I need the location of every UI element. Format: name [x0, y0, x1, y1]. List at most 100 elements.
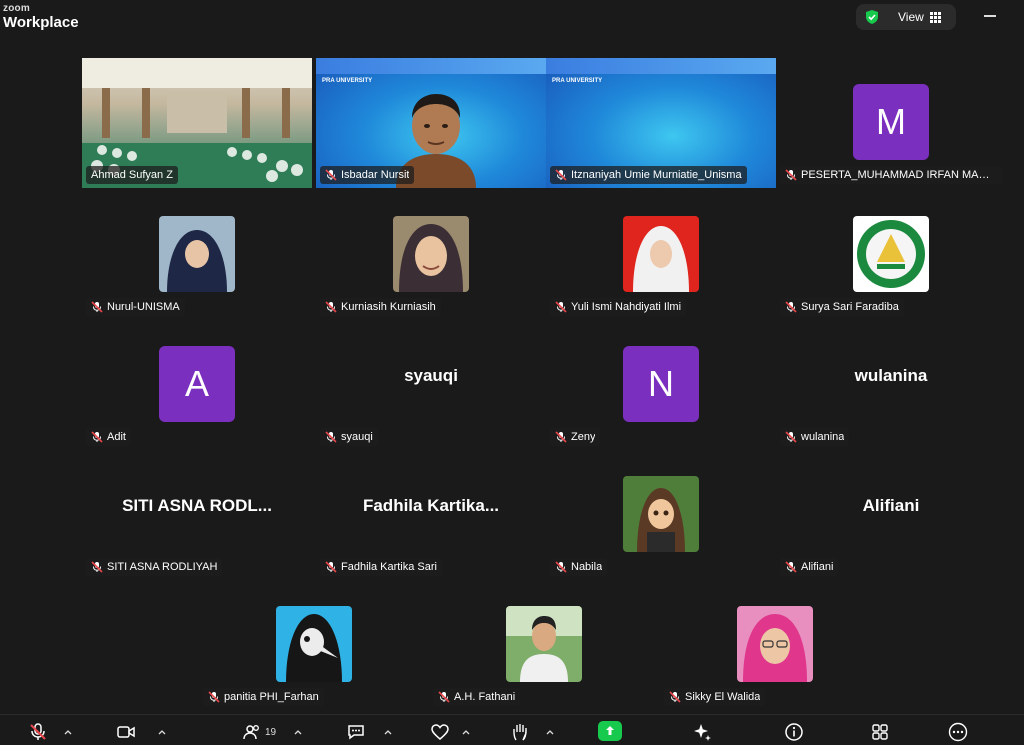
title-bar: zoom Workplace View	[0, 0, 1024, 40]
video-gallery: Ahmad Sufyan Z PRA UNIVERSITY Isbadar Nu…	[0, 40, 1024, 714]
participant-name: Fadhila Kartika Sari	[341, 561, 437, 573]
participant-name: Zeny	[571, 431, 596, 443]
brand-workplace: Workplace	[3, 14, 79, 31]
participant-name: Kurniasih Kurniasih	[341, 301, 436, 313]
name-label: Fadhila Kartika Sari	[320, 558, 442, 576]
mic-off-icon	[555, 561, 567, 573]
participant-name: Ahmad Sufyan Z	[91, 169, 173, 181]
participant-tile[interactable]: Nabila	[546, 450, 776, 580]
app-logo: zoom Workplace	[3, 4, 79, 31]
ai-companion-button[interactable]	[692, 721, 712, 743]
name-label: SITI ASNA RODLIYAH	[86, 558, 223, 576]
participant-tile[interactable]: Fadhila Kartika... Fadhila Kartika Sari	[316, 450, 546, 580]
participant-tile[interactable]: SITI ASNA RODL... SITI ASNA RODLIYAH	[82, 450, 312, 580]
name-label: Adit	[86, 428, 131, 446]
letter-avatar: N	[623, 346, 699, 422]
info-button[interactable]	[784, 721, 804, 743]
chevron-up-icon[interactable]	[64, 729, 72, 737]
name-label: panitia PHI_Farhan	[203, 688, 324, 706]
raise-hand-button[interactable]	[510, 721, 530, 743]
video-button[interactable]	[116, 721, 136, 743]
chevron-up-icon[interactable]	[384, 729, 392, 737]
participant-tile[interactable]: wulanina wulanina	[776, 320, 1006, 450]
participant-name: Isbadar Nursit	[341, 169, 410, 181]
avatar	[506, 606, 582, 682]
name-label: PESERTA_MUHAMMAD IRFAN MAUL...	[780, 166, 1002, 184]
participant-tile[interactable]: Nurul-UNISMA	[82, 190, 312, 320]
participant-tile[interactable]: panitia PHI_Farhan	[199, 580, 429, 710]
participant-name: Yuli Ismi Nahdiyati Ilmi	[571, 301, 682, 313]
display-name: Alifiani	[862, 496, 920, 515]
university-seal	[853, 216, 929, 292]
participant-name: Nabila	[571, 561, 603, 573]
avatar	[393, 216, 469, 292]
chevron-up-icon[interactable]	[546, 729, 554, 737]
display-name: Fadhila Kartika...	[362, 496, 500, 515]
avatar	[623, 476, 699, 552]
participant-name: panitia PHI_Farhan	[224, 691, 319, 703]
minimize-icon[interactable]	[984, 15, 996, 17]
mic-off-icon	[325, 301, 337, 313]
mic-off-icon	[325, 431, 337, 443]
chat-icon	[348, 725, 364, 740]
name-label: Surya Sari Faradiba	[780, 298, 904, 316]
apps-button[interactable]	[870, 721, 890, 743]
mic-off-icon	[325, 169, 337, 181]
name-label: Alifiani	[780, 558, 839, 576]
participant-tile[interactable]: Ahmad Sufyan Z	[82, 58, 312, 188]
participant-tile[interactable]: A.H. Fathani	[429, 580, 659, 710]
name-label: Kurniasih Kurniasih	[320, 298, 441, 316]
participants-icon	[243, 725, 259, 740]
name-label: Itznaniyah Umie Murniatie_Unisma	[550, 166, 747, 184]
avatar	[276, 606, 352, 682]
share-screen-icon	[606, 726, 614, 735]
chevron-up-icon[interactable]	[158, 729, 166, 737]
participant-name: Nurul-UNISMA	[107, 301, 180, 313]
more-button[interactable]	[948, 721, 968, 743]
name-label: Nabila	[550, 558, 608, 576]
apps-icon	[872, 724, 888, 740]
participant-name: syauqi	[341, 431, 373, 443]
participant-tile[interactable]: Alifiani Alifiani	[776, 450, 1006, 580]
participant-tile[interactable]: M PESERTA_MUHAMMAD IRFAN MAUL...	[776, 58, 1006, 188]
participant-tile[interactable]: N Zeny	[546, 320, 776, 450]
name-label: Isbadar Nursit	[320, 166, 415, 184]
participant-name: SITI ASNA RODLIYAH	[107, 561, 218, 573]
participant-tile[interactable]: PRA UNIVERSITY Itznaniyah Umie Murniatie…	[546, 58, 776, 188]
participant-name: Alifiani	[801, 561, 834, 573]
meeting-toolbar: 19	[0, 714, 1024, 745]
participant-name: Itznaniyah Umie Murniatie_Unisma	[571, 169, 742, 181]
view-button[interactable]: View	[856, 4, 956, 30]
mic-off-icon	[91, 561, 103, 573]
avatar	[159, 216, 235, 292]
chat-button[interactable]	[346, 721, 366, 743]
name-label: A.H. Fathani	[433, 688, 521, 706]
name-label: syauqi	[320, 428, 378, 446]
chevron-up-icon[interactable]	[462, 729, 470, 737]
heart-icon	[431, 724, 449, 740]
participant-tile[interactable]: Surya Sari Faradiba	[776, 190, 1006, 320]
mic-off-icon	[555, 169, 567, 181]
participant-tile[interactable]: Sikky El Walida	[660, 580, 890, 710]
participant-tile[interactable]: A Adit	[82, 320, 312, 450]
slide-banner	[316, 58, 546, 74]
mic-off-icon	[208, 691, 220, 703]
participant-tile[interactable]: PRA UNIVERSITY Isbadar Nursit	[316, 58, 546, 188]
reactions-button[interactable]	[430, 721, 450, 743]
grid-icon	[930, 12, 941, 23]
letter-avatar: A	[159, 346, 235, 422]
name-label: Zeny	[550, 428, 601, 446]
shield-icon	[866, 10, 878, 24]
participant-tile[interactable]: Kurniasih Kurniasih	[316, 190, 546, 320]
mic-off-icon	[785, 301, 797, 313]
participant-tile[interactable]: Yuli Ismi Nahdiyati Ilmi	[546, 190, 776, 320]
sparkle-icon	[694, 724, 711, 741]
name-label: wulanina	[780, 428, 850, 446]
participants-button[interactable]: 19	[242, 721, 276, 743]
participant-name: Surya Sari Faradiba	[801, 301, 899, 313]
chevron-up-icon[interactable]	[294, 729, 302, 737]
share-screen-button[interactable]	[598, 721, 622, 741]
participant-tile[interactable]: syauqi syauqi	[316, 320, 546, 450]
mute-button[interactable]	[28, 721, 48, 743]
name-label: Sikky El Walida	[664, 688, 766, 706]
